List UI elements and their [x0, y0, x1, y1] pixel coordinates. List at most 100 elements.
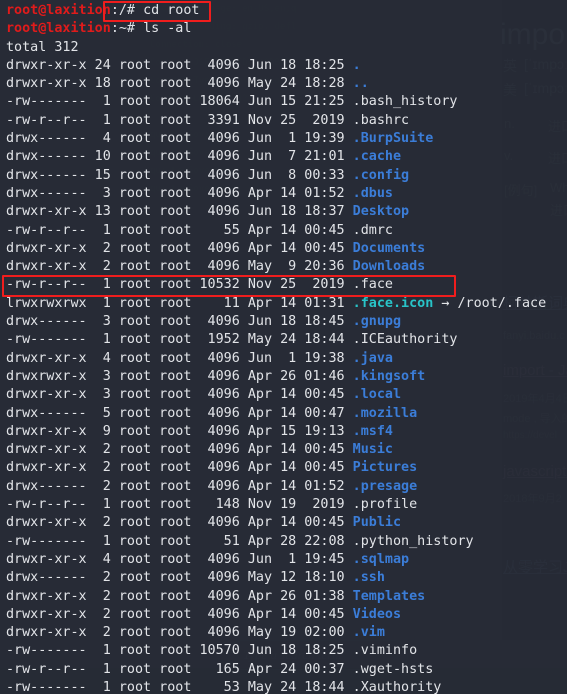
ls-entry-row: -rw-r--r-- 1 root root 10532 Nov 25 2019… — [6, 276, 567, 294]
total-line: total 312 — [6, 39, 79, 55]
prompt-user-host: root@laxition — [6, 21, 111, 37]
file-meta: drwxr-xr-x 18 root root 4096 May 24 18:2… — [6, 76, 353, 92]
file-meta: drwxr-xr-x 24 root root 4096 Jun 18 18:2… — [6, 57, 353, 73]
file-name: .. — [352, 76, 369, 92]
ls-entry-row: -rw------- 1 root root 51 Apr 28 22:08 .… — [6, 533, 567, 551]
file-meta: drwx------ 15 root root 4096 Jun 8 00:33 — [6, 167, 353, 183]
ls-entry-row: drwx------ 2 root root 4096 May 12 18:10… — [6, 569, 567, 587]
file-name: .bash_history — [352, 94, 458, 110]
file-name: .BurpSuite — [352, 131, 434, 147]
file-name: .ICEauthority — [352, 332, 458, 348]
file-name: .dmrc — [352, 222, 393, 238]
ls-entry-row: -rw-r--r-- 1 root root 165 Apr 24 00:37 … — [6, 661, 567, 679]
ls-entry-row: -rw-r--r-- 1 root root 3391 Nov 25 2019 … — [6, 112, 567, 130]
file-name: Public — [352, 515, 402, 531]
file-name: .Xauthority — [352, 679, 442, 694]
ls-entry-row: -rw------- 1 root root 10570 Jun 18 18:2… — [6, 642, 567, 660]
file-meta: drwxr-xr-x 2 root root 4096 Apr 26 01:38 — [6, 588, 353, 604]
file-name: Pictures — [352, 460, 418, 476]
file-meta: drwx------ 2 root root 4096 May 12 18:10 — [6, 570, 353, 586]
file-meta: -rw------- 1 root root 18064 Jun 15 21:2… — [6, 94, 353, 110]
file-meta: drwxr-xr-x 3 root root 4096 Apr 14 00:45 — [6, 387, 353, 403]
file-name: Desktop — [352, 204, 410, 220]
file-name: .face — [352, 277, 393, 293]
ls-entry-row: drwx------ 10 root root 4096 Jun 7 21:01… — [6, 148, 567, 166]
file-name: .java — [352, 350, 393, 366]
file-meta: drwxr-xr-x 4 root root 4096 Jun 1 19:38 — [6, 350, 353, 366]
ls-entry-row: -rw------- 1 root root 53 May 24 18:44 .… — [6, 679, 567, 694]
file-name: .cache — [352, 149, 402, 165]
ls-entry-row: -rw-r--r-- 1 root root 55 Apr 14 00:45 .… — [6, 222, 567, 240]
file-name: .profile — [352, 497, 418, 513]
file-meta: -rw-r--r-- 1 root root 165 Apr 24 00:37 — [6, 661, 353, 677]
file-meta: lrwxrwxrwx 1 root root 11 Apr 14 01:31 — [6, 295, 353, 311]
file-meta: drwx------ 5 root root 4096 Apr 14 00:47 — [6, 405, 353, 421]
ls-entry-row: drwxr-xr-x 4 root root 4096 Jun 1 19:45 … — [6, 551, 567, 569]
file-name: .vim — [352, 625, 385, 641]
file-meta: -rw------- 1 root root 51 Apr 28 22:08 — [6, 533, 353, 549]
ls-entry-row: drwx------ 3 root root 4096 Apr 14 01:52… — [6, 185, 567, 203]
terminal-window[interactable]: root@laxition:/# cd root root@laxition:~#… — [0, 0, 567, 694]
command-text: cd root — [143, 3, 200, 18]
file-name: .sqlmap — [352, 551, 410, 567]
ls-entry-row: drwxr-xr-x 2 root root 4096 Apr 14 00:45… — [6, 606, 567, 624]
prompt-line-ls-al: root@laxition:~# ls -al — [6, 20, 567, 38]
symlink-arrow-icon: → — [433, 295, 458, 311]
file-name: Documents — [352, 240, 426, 256]
file-name: .viminfo — [352, 643, 418, 659]
command-text: ls -al — [143, 21, 192, 37]
ls-entry-row: drwxr-xr-x 2 root root 4096 Apr 14 00:45… — [6, 441, 567, 459]
ls-entry-row: drwx------ 4 root root 4096 Jun 1 19:39 … — [6, 130, 567, 148]
file-meta: drwxr-xr-x 2 root root 4096 May 9 20:36 — [6, 259, 353, 275]
ls-entry-row: drwxr-xr-x 2 root root 4096 Apr 14 00:45… — [6, 514, 567, 532]
ls-total-line: total 312 — [6, 39, 567, 57]
ls-entry-row: drwx------ 2 root root 4096 Apr 14 01:52… — [6, 478, 567, 496]
terminal-output: root@laxition:/# cd root root@laxition:~#… — [6, 2, 567, 694]
symlink-target: /root/.face — [457, 295, 547, 311]
file-name: .wget-hsts — [352, 661, 434, 677]
file-meta: drwx------ 2 root root 4096 Apr 14 01:52 — [6, 478, 353, 494]
ls-entry-row: -rw-r--r-- 1 root root 148 Nov 19 2019 .… — [6, 496, 567, 514]
file-meta: -rw-r--r-- 1 root root 3391 Nov 25 2019 — [6, 112, 353, 128]
ls-entry-row: -rw------- 1 root root 1952 May 24 18:44… — [6, 331, 567, 349]
file-name: .config — [352, 167, 410, 183]
ls-entry-row: drwxr-xr-x 2 root root 4096 Apr 14 00:45… — [6, 240, 567, 258]
file-name: .dbus — [352, 185, 393, 201]
screenshot-root: import 英 [ˈɪmpɔː 美 [ˈɪmpɔː n. 进口 v. 进口 [… — [0, 0, 567, 694]
ls-entry-row: drwxr-xr-x 13 root root 4096 Jun 18 18:3… — [6, 203, 567, 221]
ls-entry-row: drwxr-xr-x 18 root root 4096 May 24 18:2… — [6, 75, 567, 93]
file-name: .msf4 — [352, 423, 393, 439]
ls-entry-row: drwx------ 15 root root 4096 Jun 8 00:33… — [6, 167, 567, 185]
file-meta: drwx------ 4 root root 4096 Jun 1 19:39 — [6, 131, 353, 147]
prompt-path: :~# — [110, 21, 144, 37]
file-name: .python_history — [352, 533, 474, 549]
file-meta: drwxr-xr-x 13 root root 4096 Jun 18 18:3… — [6, 204, 353, 220]
file-meta: drwxr-xr-x 4 root root 4096 Jun 1 19:45 — [6, 551, 353, 567]
file-meta: -rw-r--r-- 1 root root 10532 Nov 25 2019 — [6, 277, 353, 293]
file-name: Templates — [352, 588, 426, 604]
file-meta: drwxr-xr-x 2 root root 4096 Apr 14 00:45 — [6, 442, 353, 458]
file-name: .presage — [352, 478, 418, 494]
ls-entry-row: drwxr-xr-x 24 root root 4096 Jun 18 18:2… — [6, 57, 567, 75]
file-name: .mozilla — [352, 405, 418, 421]
file-name: .ssh — [352, 570, 385, 586]
file-meta: -rw-r--r-- 1 root root 55 Apr 14 00:45 — [6, 222, 353, 238]
file-meta: drwxrwxr-x 3 root root 4096 Apr 26 01:46 — [6, 368, 353, 384]
ls-entry-row: lrwxrwxrwx 1 root root 11 Apr 14 01:31 .… — [6, 295, 567, 313]
file-meta: drwxr-xr-x 9 root root 4096 Apr 15 19:13 — [6, 423, 353, 439]
file-name: . — [352, 57, 361, 73]
file-name: .local — [352, 387, 402, 403]
ls-entry-row: drwxr-xr-x 2 root root 4096 Apr 26 01:38… — [6, 588, 567, 606]
ls-entry-row: drwxr-xr-x 3 root root 4096 Apr 14 00:45… — [6, 386, 567, 404]
file-meta: -rw------- 1 root root 10570 Jun 18 18:2… — [6, 643, 353, 659]
file-name: .gnupg — [352, 314, 402, 330]
file-meta: drwx------ 3 root root 4096 Apr 14 01:52 — [6, 185, 353, 201]
ls-entry-row: drwxr-xr-x 2 root root 4096 Apr 14 00:45… — [6, 459, 567, 477]
ls-entry-row: drwxr-xr-x 2 root root 4096 May 19 02:00… — [6, 624, 567, 642]
file-name: Videos — [352, 606, 402, 622]
prompt-line-cd-root: root@laxition:/# cd root — [6, 2, 567, 20]
ls-entry-row: drwx------ 3 root root 4096 Jun 18 18:45… — [6, 313, 567, 331]
file-meta: drwxr-xr-x 2 root root 4096 May 19 02:00 — [6, 625, 353, 641]
file-name: .kingsoft — [352, 368, 426, 384]
file-name: Music — [352, 442, 393, 458]
